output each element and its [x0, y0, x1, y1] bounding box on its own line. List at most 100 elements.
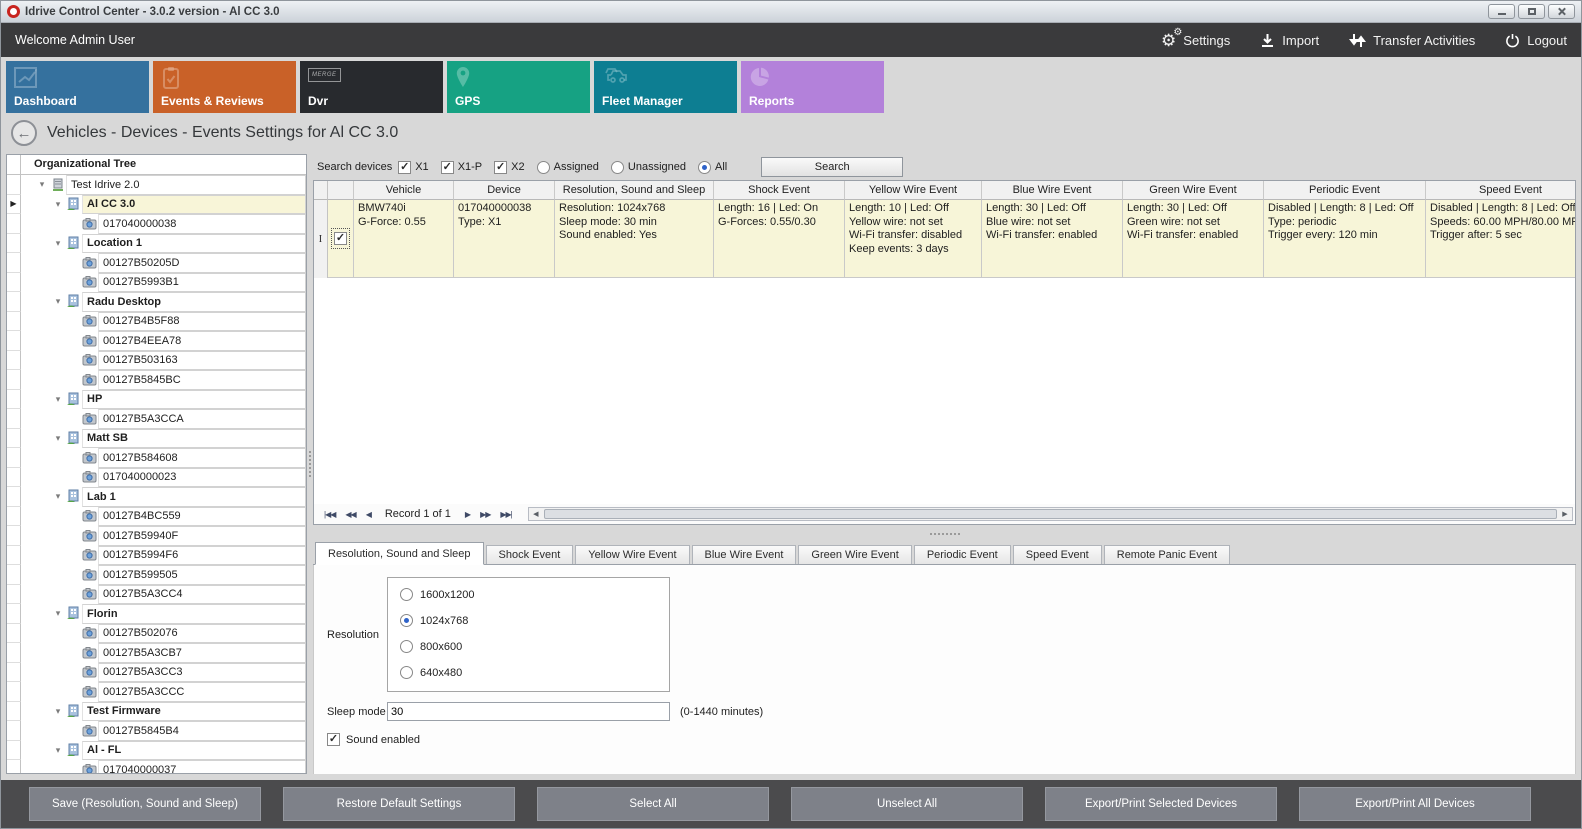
filter-radio-unassigned[interactable]: Unassigned: [611, 161, 686, 174]
tree-node-device[interactable]: 00127B5A3CB7: [7, 643, 306, 663]
first-record-button[interactable]: |◀◀: [320, 510, 339, 519]
tree-node-device[interactable]: 00127B599505: [7, 565, 306, 585]
tree-node-group[interactable]: ▶▾Al CC 3.0: [7, 195, 306, 215]
tree-node-device[interactable]: 00127B5A3CCC: [7, 682, 306, 702]
expand-collapse-icon[interactable]: ▾: [51, 487, 65, 507]
search-button[interactable]: Search: [761, 157, 903, 177]
expand-collapse-icon[interactable]: ▾: [51, 390, 65, 410]
tree-node-group[interactable]: ▾Radu Desktop: [7, 292, 306, 312]
nav-tab-events-reviews[interactable]: Events & Reviews: [153, 61, 296, 113]
next-page-button[interactable]: ▶▶: [476, 510, 494, 519]
tree-node-device[interactable]: 00127B502076: [7, 624, 306, 644]
footer-button-4[interactable]: Export/Print Selected Devices: [1045, 787, 1277, 821]
detail-tab[interactable]: Periodic Event: [914, 545, 1011, 564]
settings-button[interactable]: ⚙⚙Settings: [1161, 30, 1230, 50]
detail-tab[interactable]: Shock Event: [486, 545, 574, 564]
footer-button-5[interactable]: Export/Print All Devices: [1299, 787, 1531, 821]
tree-node-device[interactable]: 00127B50205D: [7, 253, 306, 273]
detail-tab[interactable]: Blue Wire Event: [692, 545, 797, 564]
grid-horizontal-scrollbar[interactable]: ◀ ▶: [528, 507, 1573, 521]
column-header[interactable]: Green Wire Event: [1123, 181, 1264, 200]
prev-page-button[interactable]: ◀◀: [341, 510, 359, 519]
next-record-button[interactable]: ▶: [461, 510, 474, 519]
back-button[interactable]: ←: [11, 120, 37, 146]
column-header[interactable]: Speed Event: [1426, 181, 1576, 200]
device-type-checkbox-x1[interactable]: ✓X1: [398, 161, 428, 174]
tree-node-device[interactable]: 017040000037: [7, 760, 306, 773]
transfer-button[interactable]: Transfer Activities: [1349, 32, 1475, 49]
scrollbar-thumb[interactable]: [544, 509, 1557, 519]
expand-collapse-icon[interactable]: ▾: [51, 741, 65, 761]
tree-node-device[interactable]: 00127B4BC559: [7, 507, 306, 527]
expand-collapse-icon[interactable]: ▾: [51, 234, 65, 254]
tree-node-group[interactable]: ▾Lab 1: [7, 487, 306, 507]
tree-node-device[interactable]: 00127B5A3CC3: [7, 663, 306, 683]
nav-tab-dashboard[interactable]: Dashboard: [6, 61, 149, 113]
tree-node-group[interactable]: ▾Location 1: [7, 234, 306, 254]
sound-enabled-checkbox[interactable]: ✓ Sound enabled: [327, 733, 1575, 746]
tree-node-group[interactable]: ▾Matt SB: [7, 429, 306, 449]
expand-collapse-icon[interactable]: ▾: [51, 292, 65, 312]
detail-tab[interactable]: Yellow Wire Event: [575, 545, 689, 564]
minimize-button[interactable]: [1488, 4, 1515, 19]
column-header[interactable]: Resolution, Sound and Sleep: [555, 181, 714, 200]
tree-node-device[interactable]: 00127B5A3CC4: [7, 585, 306, 605]
last-record-button[interactable]: ▶▶|: [496, 510, 515, 519]
tree-node-device[interactable]: 00127B584608: [7, 448, 306, 468]
column-header[interactable]: Device: [454, 181, 555, 200]
column-header[interactable]: Yellow Wire Event: [845, 181, 982, 200]
device-type-checkbox-x2[interactable]: ✓X2: [494, 161, 524, 174]
tree-node-device[interactable]: 00127B59940F: [7, 526, 306, 546]
detail-tab[interactable]: Remote Panic Event: [1104, 545, 1230, 564]
column-header[interactable]: Periodic Event: [1264, 181, 1426, 200]
tree-node-device[interactable]: 00127B5845B4: [7, 721, 306, 741]
expand-collapse-icon[interactable]: ▾: [51, 604, 65, 624]
tree-node-device[interactable]: 00127B503163: [7, 351, 306, 371]
grid-detail-splitter[interactable]: [313, 525, 1576, 542]
footer-button-3[interactable]: Unselect All: [791, 787, 1023, 821]
footer-button-0[interactable]: Save (Resolution, Sound and Sleep): [29, 787, 261, 821]
import-button[interactable]: Import: [1260, 33, 1319, 48]
device-type-checkbox-x1-p[interactable]: ✓X1-P: [441, 161, 482, 174]
tree-node-group[interactable]: ▾HP: [7, 390, 306, 410]
sleep-mode-input[interactable]: [387, 702, 670, 721]
logout-button[interactable]: Logout: [1505, 33, 1567, 48]
nav-tab-dvr[interactable]: MERGEDvr: [300, 61, 443, 113]
column-header[interactable]: Shock Event: [714, 181, 845, 200]
resolution-radio-1024x768[interactable]: 1024x768: [400, 614, 669, 627]
expand-collapse-icon[interactable]: ▾: [35, 175, 49, 195]
tree-node-root[interactable]: ▾Test Idrive 2.0: [7, 175, 306, 195]
column-header[interactable]: Vehicle: [354, 181, 454, 200]
filter-radio-assigned[interactable]: Assigned: [537, 161, 599, 174]
tree-node-device[interactable]: 00127B4EEA78: [7, 331, 306, 351]
tree-node-device[interactable]: 00127B5993B1: [7, 273, 306, 293]
filter-radio-all[interactable]: All: [698, 161, 727, 174]
row-select-checkbox[interactable]: ✓: [328, 200, 354, 278]
device-row[interactable]: I✓BMW740iG-Force: 0.55017040000038Type: …: [314, 200, 1575, 278]
maximize-button[interactable]: [1518, 4, 1545, 19]
detail-tab[interactable]: Green Wire Event: [798, 545, 911, 564]
resolution-radio-640x480[interactable]: 640x480: [400, 666, 669, 679]
tree-node-group[interactable]: ▾Test Firmware: [7, 702, 306, 722]
nav-tab-fleet-manager[interactable]: Fleet Manager: [594, 61, 737, 113]
nav-tab-reports[interactable]: Reports: [741, 61, 884, 113]
tree-node-group[interactable]: ▾Al - FL: [7, 741, 306, 761]
column-header[interactable]: Blue Wire Event: [982, 181, 1123, 200]
tree-node-device[interactable]: 017040000038: [7, 214, 306, 234]
footer-button-2[interactable]: Select All: [537, 787, 769, 821]
prev-record-button[interactable]: ◀: [362, 510, 375, 519]
expand-collapse-icon[interactable]: ▾: [51, 195, 65, 215]
tree-node-device[interactable]: 00127B4B5F88: [7, 312, 306, 332]
close-button[interactable]: [1548, 4, 1575, 19]
expand-collapse-icon[interactable]: ▾: [51, 429, 65, 449]
detail-tab[interactable]: Resolution, Sound and Sleep: [315, 542, 484, 565]
footer-button-1[interactable]: Restore Default Settings: [283, 787, 515, 821]
tree-node-device[interactable]: 017040000023: [7, 468, 306, 488]
tree-node-device[interactable]: 00127B5845BC: [7, 370, 306, 390]
resolution-radio-800x600[interactable]: 800x600: [400, 640, 669, 653]
tree-node-device[interactable]: 00127B5A3CCA: [7, 409, 306, 429]
expand-collapse-icon[interactable]: ▾: [51, 702, 65, 722]
tree-node-device[interactable]: 00127B5994F6: [7, 546, 306, 566]
tree-node-group[interactable]: ▾Florin: [7, 604, 306, 624]
nav-tab-gps[interactable]: GPS: [447, 61, 590, 113]
